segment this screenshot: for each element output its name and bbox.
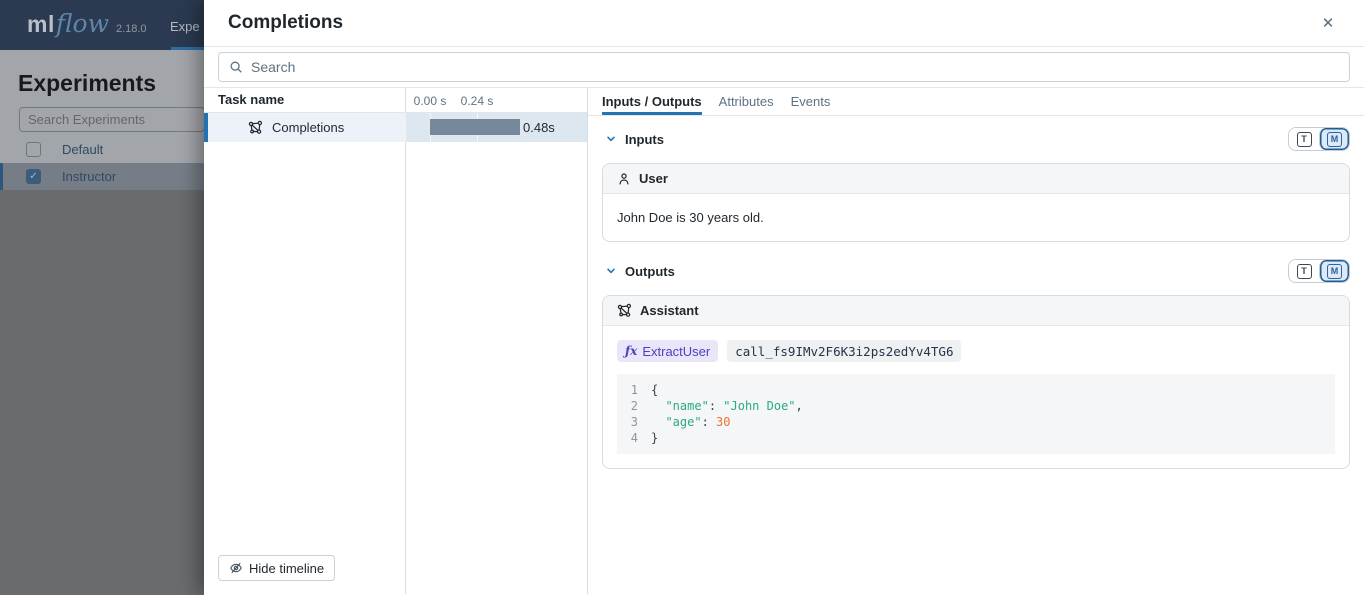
hide-timeline-button[interactable]: Hide timeline (218, 555, 335, 581)
experiment-label: Default (62, 142, 103, 157)
line-number: 3 (617, 414, 651, 430)
model-icon (617, 303, 632, 318)
assistant-role-label: Assistant (640, 303, 699, 318)
timeline-pane: Task name 0.00 s 0.24 s Completions (204, 88, 588, 594)
outputs-section-header: Outputs T M (602, 258, 1350, 284)
span-row-completions[interactable]: Completions 0.48s (204, 113, 587, 142)
duration-bar[interactable] (430, 119, 520, 135)
markdown-view-button[interactable]: M (1319, 260, 1349, 282)
checkbox-checked: ✓ (26, 169, 41, 184)
function-name: ExtractUser (642, 344, 710, 359)
code-line: 3 "age": 30 (617, 414, 1335, 430)
tab-inputs-outputs[interactable]: Inputs / Outputs (602, 88, 702, 115)
close-icon[interactable]: ✕ (1316, 11, 1340, 35)
function-badge: ƒx ExtractUser (617, 340, 718, 362)
user-role-label: User (639, 171, 668, 186)
trace-detail-modal: Completions ✕ Task name 0.00 s 0.24 s (204, 0, 1364, 595)
text-view-icon: T (1297, 264, 1312, 279)
user-icon (617, 172, 631, 186)
text-view-button[interactable]: T (1289, 260, 1319, 282)
modal-body: Task name 0.00 s 0.24 s Completions (204, 88, 1364, 594)
span-row-timeline-cell[interactable]: 0.48s (406, 113, 587, 142)
line-number: 2 (617, 398, 651, 414)
outputs-view-toggle: T M (1288, 259, 1350, 283)
page-title: Experiments (18, 70, 156, 97)
markdown-view-icon: M (1327, 132, 1342, 147)
tool-call-row: ƒx ExtractUser call_fs9IMv2F6K3i2ps2edYv… (617, 340, 1335, 362)
user-message-card: User John Doe is 30 years old. (602, 163, 1350, 242)
logo-text-ml: ml (27, 11, 55, 38)
task-name-column-header: Task name (218, 92, 284, 107)
inputs-section-header: Inputs T M (602, 126, 1350, 152)
user-message-content: John Doe is 30 years old. (603, 194, 1349, 241)
experiment-row-instructor: ✓ Instructor (0, 163, 204, 190)
details-pane: Inputs / Outputs Attributes Events Input… (588, 88, 1364, 594)
trace-search-box[interactable] (218, 52, 1350, 82)
tab-events[interactable]: Events (791, 88, 831, 115)
screen: ml flow 2.18.0 Expe Experiments Default … (0, 0, 1364, 595)
eye-off-icon (229, 561, 243, 575)
timeline-tick-1: 0.24 s (461, 94, 494, 108)
tool-call-arguments-code: 1 { 2 "name": "John Doe", 3 "age": 30 (617, 374, 1335, 454)
function-icon: ƒx (625, 344, 637, 358)
markdown-view-button[interactable]: M (1319, 128, 1349, 150)
search-icon (229, 60, 243, 74)
experiment-label: Instructor (62, 169, 116, 184)
assistant-message-body: ƒx ExtractUser call_fs9IMv2F6K3i2ps2edYv… (603, 326, 1349, 468)
code-line: 1 { (617, 382, 1335, 398)
experiments-search-input (19, 107, 205, 132)
modal-header: Completions ✕ (204, 0, 1364, 47)
span-row-label: Completions (272, 120, 344, 135)
version-label: 2.18.0 (116, 23, 147, 35)
mlflow-logo: ml flow 2.18.0 (27, 9, 147, 38)
outputs-section-label: Outputs (625, 264, 675, 279)
line-number: 4 (617, 430, 651, 446)
timeline-column-divider (405, 88, 406, 594)
hide-timeline-label: Hide timeline (249, 561, 324, 576)
duration-label: 0.48s (523, 120, 555, 135)
inputs-section-label: Inputs (625, 132, 664, 147)
trace-search-input[interactable] (251, 59, 1339, 75)
code-line: 2 "name": "John Doe", (617, 398, 1335, 414)
assistant-message-card: Assistant ƒx ExtractUser call_fs9IMv2F6K… (602, 295, 1350, 469)
trace-search-section (204, 47, 1364, 88)
tab-attributes[interactable]: Attributes (719, 88, 774, 115)
line-number: 1 (617, 382, 651, 398)
logo-text-flow: flow (56, 9, 109, 38)
experiments-sidebar: Experiments Default ✓ Instructor (0, 50, 204, 190)
checkbox-unchecked (26, 142, 41, 157)
details-tabs: Inputs / Outputs Attributes Events (588, 88, 1364, 116)
modal-title: Completions (228, 12, 343, 34)
code-line: 4 } (617, 430, 1335, 446)
inputs-outputs-content: Inputs T M (588, 126, 1364, 469)
timeline-pane-header: Task name 0.00 s 0.24 s (204, 88, 587, 113)
experiments-search-field (20, 108, 204, 131)
chevron-down-icon[interactable] (606, 134, 616, 144)
span-row-task-cell[interactable]: Completions (204, 113, 406, 142)
text-view-button[interactable]: T (1289, 128, 1319, 150)
experiment-row-default: Default (0, 136, 204, 163)
assistant-card-header: Assistant (603, 296, 1349, 326)
model-icon (248, 120, 263, 135)
timeline-tick-0: 0.00 s (414, 94, 447, 108)
nav-item-experiments: Expe (170, 19, 200, 34)
text-view-icon: T (1297, 132, 1312, 147)
markdown-view-icon: M (1327, 264, 1342, 279)
inputs-view-toggle: T M (1288, 127, 1350, 151)
user-card-header: User (603, 164, 1349, 194)
chevron-down-icon[interactable] (606, 266, 616, 276)
tool-call-id: call_fs9IMv2F6K3i2ps2edYv4TG6 (727, 340, 961, 362)
